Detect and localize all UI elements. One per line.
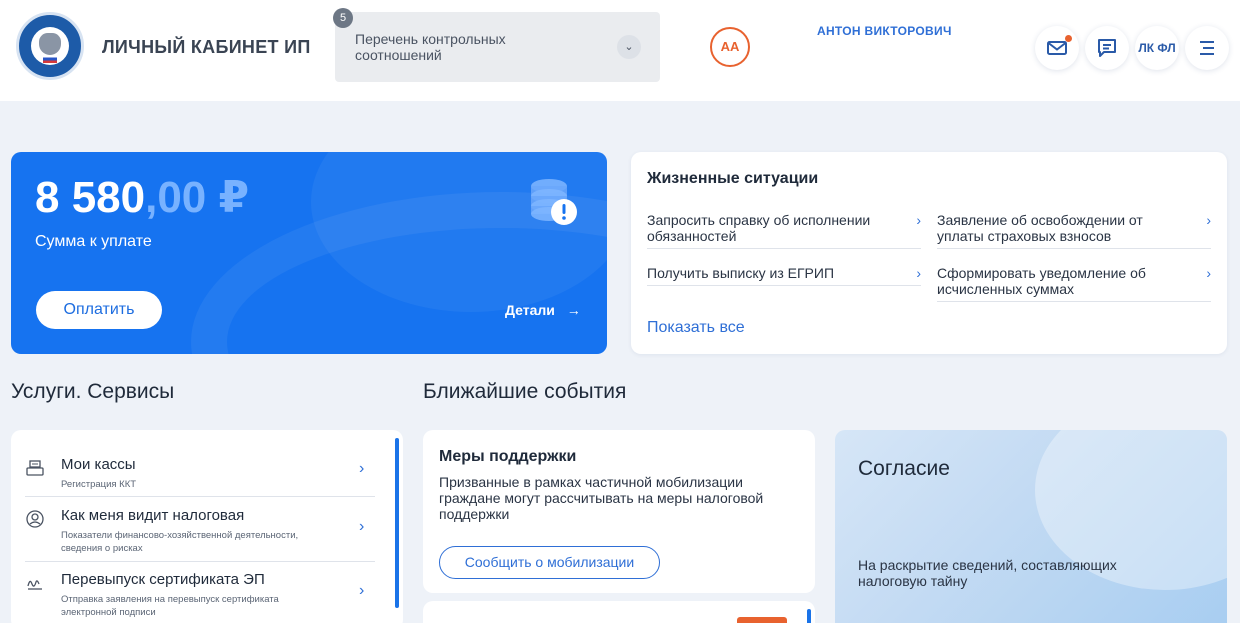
life-situations-title: Жизненные ситуации [647, 170, 819, 187]
consent-text: На раскрытие сведений, составляющих нало… [858, 557, 1117, 589]
service-subtitle: Регистрация ККТ [61, 479, 137, 490]
header: ЛИЧНЫЙ КАБИНЕТ ИП 5 Перечень контрольных… [0, 0, 1240, 101]
chevron-right-icon: › [1206, 212, 1211, 228]
event-card-next[interactable] [423, 601, 815, 623]
divider [25, 496, 375, 497]
arrow-right-icon: → [566, 302, 581, 318]
messages-button[interactable] [1035, 26, 1079, 70]
chevron-down-icon[interactable]: ⌄ [617, 35, 641, 59]
selector-label: Перечень контрольных соотношений [355, 31, 506, 63]
chevron-right-icon: › [1206, 265, 1211, 281]
amount-due: 8 580,00 ₽ [35, 172, 249, 223]
service-subtitle: Отправка заявления на перевыпуск сертифи… [61, 594, 279, 618]
menu-button[interactable] [1185, 26, 1229, 70]
life-situations-card: Жизненные ситуации Запросить справку об … [631, 152, 1227, 354]
service-item-tax-view[interactable]: Как меня видит налоговая Показатели фина… [25, 507, 375, 557]
service-item-ep-certificate[interactable]: Перевыпуск сертификата ЭП Отправка заявл… [25, 571, 375, 621]
life-situation-label: Получить выписку из ЕГРИП [647, 265, 835, 281]
event-card-support: Меры поддержки Призванные в рамках части… [423, 430, 815, 593]
coins-alert-icon [531, 179, 577, 225]
brand-title: ЛИЧНЫЙ КАБИНЕТ ИП [102, 37, 311, 57]
events-heading: Ближайшие события [423, 380, 627, 403]
life-situation-item[interactable]: Получить выписку из ЕГРИП › [647, 265, 921, 286]
life-situation-item[interactable]: Запросить справку об исполнении обязанно… [647, 212, 921, 249]
hamburger-icon [1200, 41, 1214, 55]
report-mobilization-button[interactable]: Сообщить о мобилизации [439, 546, 660, 579]
life-situation-item[interactable]: Сформировать уведомление об исчисленных … [937, 265, 1211, 302]
life-situation-label: Запросить справку об исполнении обязанно… [647, 212, 871, 244]
service-title: Мои кассы [61, 456, 136, 473]
chat-button[interactable] [1085, 26, 1129, 70]
chevron-right-icon: › [916, 265, 921, 281]
event-title: Меры поддержки [439, 448, 577, 465]
amount-integer: 8 580 [35, 173, 146, 222]
avatar[interactable]: АА [710, 27, 750, 67]
notification-dot [1065, 35, 1072, 42]
chevron-right-icon: › [359, 582, 365, 599]
control-ratios-selector[interactable]: 5 Перечень контрольных соотношений ⌄ [333, 8, 660, 82]
chevron-right-icon: › [359, 460, 365, 477]
payment-card: 8 580,00 ₽ Сумма к уплате Оплатить Детал… [11, 152, 607, 354]
services-card: Мои кассы Регистрация ККТ › Как меня вид… [11, 430, 403, 623]
eagle-icon [39, 33, 61, 55]
lk-fl-button[interactable]: ЛК ФЛ [1135, 26, 1179, 70]
selector-count-badge: 5 [333, 8, 353, 28]
pay-button[interactable]: Оплатить [36, 291, 162, 329]
services-heading: Услуги. Сервисы [11, 380, 175, 403]
cash-register-icon [26, 460, 44, 476]
services-scrollbar[interactable] [395, 438, 399, 608]
profile-search-icon [26, 510, 44, 528]
chevron-right-icon: › [359, 518, 365, 535]
details-link[interactable]: Детали → [505, 302, 581, 318]
event-text: Призванные в рамках частичной мобилизаци… [439, 474, 764, 522]
signature-icon [27, 580, 42, 590]
service-title: Перевыпуск сертификата ЭП [61, 571, 265, 588]
event-tag [737, 617, 787, 623]
flag-icon [43, 55, 57, 63]
fns-logo[interactable] [16, 12, 84, 80]
life-situation-label: Заявление об освобождении от уплаты стра… [937, 212, 1143, 244]
user-name[interactable]: АНТОН ВИКТОРОВИЧ [817, 24, 952, 38]
amount-decimal: ,00 ₽ [145, 173, 250, 222]
chevron-right-icon: › [916, 212, 921, 228]
chat-icon [1098, 39, 1116, 57]
amount-label: Сумма к уплате [35, 233, 152, 250]
service-title: Как меня видит налоговая [61, 507, 245, 524]
events-scrollbar[interactable] [807, 609, 811, 623]
service-subtitle: Показатели финансово-хозяйственной деяте… [61, 530, 299, 554]
consent-card[interactable]: Согласие На раскрытие сведений, составля… [835, 430, 1227, 623]
logo-emblem [31, 27, 69, 65]
details-label: Детали [505, 302, 555, 318]
consent-title: Согласие [858, 457, 950, 480]
life-situation-label: Сформировать уведомление об исчисленных … [937, 265, 1146, 297]
show-all-link[interactable]: Показать все [647, 319, 745, 337]
life-situation-item[interactable]: Заявление об освобождении от уплаты стра… [937, 212, 1211, 249]
divider [25, 561, 375, 562]
service-item-kkt[interactable]: Мои кассы Регистрация ККТ › [25, 456, 375, 496]
